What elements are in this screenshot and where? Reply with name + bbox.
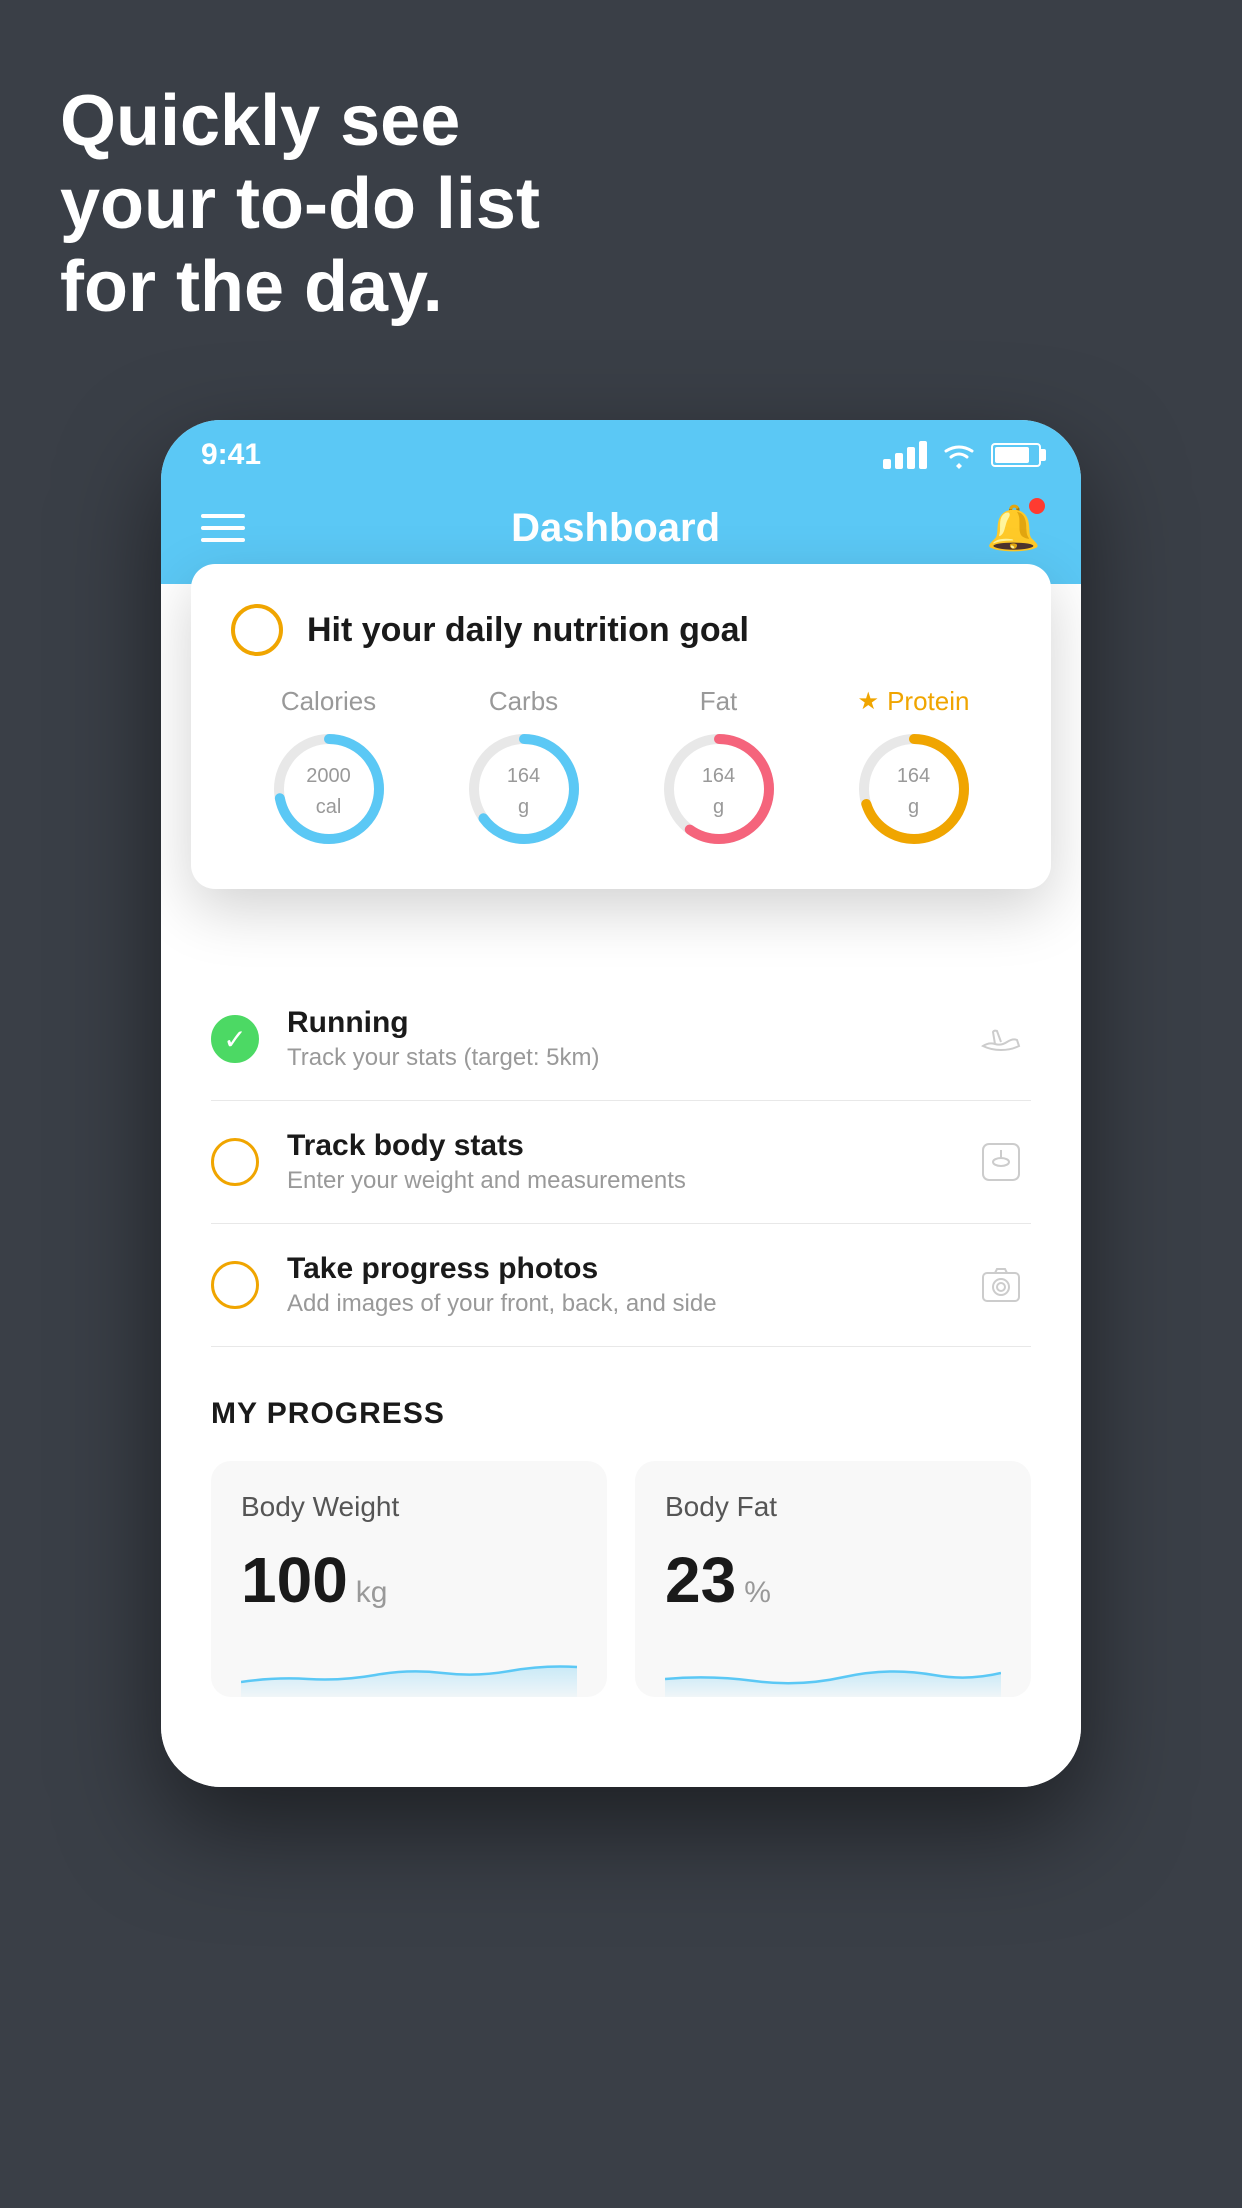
progress-cards: Body Weight 100 kg bbox=[211, 1461, 1031, 1757]
fat-value: 164 g bbox=[702, 758, 735, 820]
todo-text-running: Running Track your stats (target: 5km) bbox=[287, 1006, 943, 1072]
wifi-icon bbox=[941, 441, 977, 469]
weight-value-row: 100 kg bbox=[241, 1543, 577, 1617]
nutrition-title: Hit your daily nutrition goal bbox=[307, 611, 749, 650]
battery-icon bbox=[991, 443, 1041, 467]
fat-number: 23 bbox=[665, 1543, 736, 1617]
calories-donut: 2000 cal bbox=[269, 729, 389, 849]
hero-line1: Quickly see bbox=[60, 80, 540, 163]
progress-card-fat[interactable]: Body Fat 23 % bbox=[635, 1461, 1031, 1697]
carbs-label: Carbs bbox=[489, 686, 558, 717]
todo-item-running[interactable]: ✓ Running Track your stats (target: 5km) bbox=[211, 978, 1031, 1101]
fat-donut: 164 g bbox=[659, 729, 779, 849]
header-title: Dashboard bbox=[511, 506, 720, 551]
hero-line3: for the day. bbox=[60, 246, 540, 329]
star-icon: ★ bbox=[858, 687, 880, 716]
fat-value-row: 23 % bbox=[665, 1543, 1001, 1617]
weight-number: 100 bbox=[241, 1543, 348, 1617]
calories-label: Calories bbox=[281, 686, 376, 717]
protein-donut: 164 g bbox=[854, 729, 974, 849]
status-time: 9:41 bbox=[201, 438, 261, 472]
todo-title-running: Running bbox=[287, 1006, 943, 1040]
calories-value: 2000 cal bbox=[306, 758, 351, 820]
fat-chart bbox=[665, 1637, 1001, 1697]
nutrition-stats: Calories 2000 cal bbox=[231, 686, 1011, 849]
todo-item-photos[interactable]: Take progress photos Add images of your … bbox=[211, 1224, 1031, 1347]
nutrition-header: Hit your daily nutrition goal bbox=[231, 604, 1011, 656]
protein-label: ★ Protein bbox=[858, 686, 970, 717]
menu-icon[interactable] bbox=[201, 514, 245, 542]
stat-carbs: Carbs 164 g bbox=[464, 686, 584, 849]
signal-icon bbox=[883, 441, 927, 469]
todo-item-bodystats[interactable]: Track body stats Enter your weight and m… bbox=[211, 1101, 1031, 1224]
todo-title-bodystats: Track body stats bbox=[287, 1129, 943, 1163]
app-body: THINGS TO DO TODAY Hit your daily nutrit… bbox=[161, 584, 1081, 1347]
todo-text-bodystats: Track body stats Enter your weight and m… bbox=[287, 1129, 943, 1195]
weight-card-title: Body Weight bbox=[241, 1491, 577, 1523]
hero-text: Quickly see your to-do list for the day. bbox=[60, 80, 540, 328]
bell-icon[interactable]: 🔔 bbox=[986, 502, 1041, 554]
progress-title: MY PROGRESS bbox=[211, 1397, 1031, 1431]
carbs-donut: 164 g bbox=[464, 729, 584, 849]
protein-value: 164 g bbox=[897, 758, 930, 820]
progress-card-weight[interactable]: Body Weight 100 kg bbox=[211, 1461, 607, 1697]
notification-dot bbox=[1029, 498, 1045, 514]
stat-fat: Fat 164 g bbox=[659, 686, 779, 849]
todo-check-bodystats bbox=[211, 1138, 259, 1186]
scale-icon bbox=[971, 1132, 1031, 1192]
phone-bottom-space bbox=[161, 1757, 1081, 1787]
todo-text-photos: Take progress photos Add images of your … bbox=[287, 1252, 943, 1318]
fat-card-title: Body Fat bbox=[665, 1491, 1001, 1523]
carbs-value: 164 g bbox=[507, 758, 540, 820]
fat-label: Fat bbox=[700, 686, 738, 717]
nutrition-card[interactable]: Hit your daily nutrition goal Calories bbox=[191, 564, 1051, 889]
stat-protein: ★ Protein 164 g bbox=[854, 686, 974, 849]
phone-container: 9:41 bbox=[161, 420, 1081, 1787]
phone-frame: 9:41 bbox=[161, 420, 1081, 1787]
stat-calories: Calories 2000 cal bbox=[269, 686, 389, 849]
fat-unit: % bbox=[744, 1576, 771, 1610]
progress-section: MY PROGRESS Body Weight 100 kg bbox=[161, 1347, 1081, 1757]
todo-title-photos: Take progress photos bbox=[287, 1252, 943, 1286]
photo-icon bbox=[971, 1255, 1031, 1315]
status-bar: 9:41 bbox=[161, 420, 1081, 482]
hero-line2: your to-do list bbox=[60, 163, 540, 246]
todo-sub-bodystats: Enter your weight and measurements bbox=[287, 1167, 943, 1195]
weight-chart bbox=[241, 1637, 577, 1697]
todo-list: ✓ Running Track your stats (target: 5km) bbox=[211, 978, 1031, 1347]
todo-check-photos bbox=[211, 1261, 259, 1309]
todo-sub-running: Track your stats (target: 5km) bbox=[287, 1044, 943, 1072]
weight-unit: kg bbox=[356, 1576, 388, 1610]
todo-sub-photos: Add images of your front, back, and side bbox=[287, 1290, 943, 1318]
shoe-icon bbox=[971, 1009, 1031, 1069]
status-icons bbox=[883, 441, 1041, 469]
nutrition-circle-check bbox=[231, 604, 283, 656]
todo-check-running: ✓ bbox=[211, 1015, 259, 1063]
